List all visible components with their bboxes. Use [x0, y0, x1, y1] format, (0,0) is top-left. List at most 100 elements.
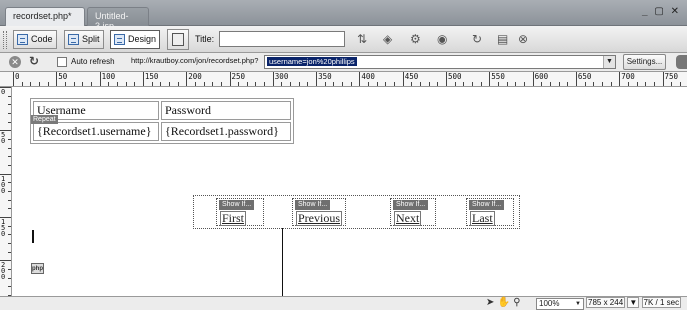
refresh-icon[interactable]: ↻	[29, 54, 39, 68]
ruler-tick	[90, 82, 92, 86]
ruler-tick	[359, 72, 361, 86]
ruler-label: 700	[621, 72, 635, 81]
ruler-tick	[82, 82, 84, 86]
ruler-label: 0	[15, 72, 20, 81]
ruler-tick	[264, 82, 266, 86]
close-icon[interactable]: ✕	[671, 6, 681, 17]
next-link[interactable]: Next	[394, 211, 422, 226]
browser-navigation-bar: ✕ ↻ Auto refresh http://krautboy.com/jon…	[0, 53, 687, 72]
php-code-icon[interactable]: php	[31, 263, 44, 274]
split-view-button[interactable]: Split	[64, 30, 104, 49]
preview-icon[interactable]: ◈	[383, 32, 392, 46]
window-controls[interactable]: _ ▢ ✕	[642, 6, 681, 17]
settings-button[interactable]: Settings...	[623, 54, 666, 70]
cell-username-binding[interactable]: {Recordset1.username}	[33, 122, 159, 141]
ruler-tick	[21, 82, 23, 86]
design-view-button[interactable]: Design	[110, 30, 161, 49]
restore-icon[interactable]: ▢	[654, 6, 665, 17]
show-if-tab[interactable]: Show If...	[469, 200, 505, 210]
view-options-icon[interactable]: ▤	[497, 32, 508, 46]
ruler-tick	[385, 82, 387, 86]
ruler-tick	[47, 82, 49, 86]
file-management-icon[interactable]: ⇅	[357, 32, 367, 46]
url-query-input[interactable]: username=jon%20phillips ▼	[264, 55, 616, 69]
ruler-label: 750	[664, 72, 679, 81]
ruler-tick	[203, 82, 205, 86]
validate-icon[interactable]: ⊗	[518, 32, 528, 46]
last-link[interactable]: Last	[470, 211, 495, 226]
tab-untitled-3-jsp[interactable]: Untitled-3.jsp	[87, 7, 149, 31]
first-link[interactable]: First	[220, 211, 247, 226]
ruler-tick	[324, 82, 326, 86]
ruler-label: 350	[318, 72, 332, 81]
zoom-tool-icon[interactable]: ⚲	[513, 297, 520, 308]
visual-aids-icon[interactable]: ◉	[437, 32, 447, 46]
recordset-table[interactable]: Username Password {Recordset1.username} …	[30, 98, 294, 144]
ruler-tick	[402, 72, 404, 86]
ruler-label: 500	[448, 72, 462, 81]
window-size-select[interactable]: 785 x 244	[586, 297, 626, 308]
url-query-selection: username=jon%20phillips	[267, 57, 357, 66]
show-if-tab[interactable]: Show If...	[295, 200, 331, 210]
title-label: Title:	[195, 34, 215, 44]
refresh-design-icon[interactable]: ↻	[472, 32, 482, 46]
ruler-tick	[567, 82, 569, 86]
ruler-tick	[593, 82, 595, 86]
ruler-tick	[125, 82, 127, 86]
show-if-first-region[interactable]: Show If... First	[216, 198, 264, 226]
previous-link[interactable]: Previous	[296, 211, 342, 226]
design-canvas[interactable]: Username Password {Recordset1.username} …	[13, 88, 687, 296]
ruler-tick	[350, 82, 352, 86]
ruler-tick	[463, 82, 465, 86]
show-if-tab[interactable]: Show If...	[219, 200, 255, 210]
show-if-next-region[interactable]: Show If... Next	[390, 198, 436, 226]
ruler-tick	[8, 164, 11, 166]
code-view-button[interactable]: Code	[13, 30, 57, 49]
table-row: {Recordset1.username} {Recordset1.passwo…	[33, 122, 291, 141]
ruler-tick	[13, 72, 14, 86]
hand-tool-icon[interactable]: ✋	[498, 297, 510, 308]
title-input[interactable]	[219, 31, 345, 47]
stop-icon[interactable]: ✕	[9, 56, 21, 68]
repeat-region-tab[interactable]: Repeat	[31, 115, 58, 124]
ruler-tick	[532, 72, 534, 86]
ruler-tick	[116, 82, 118, 86]
ruler-tick	[316, 72, 318, 86]
ruler-tick	[471, 82, 473, 86]
ruler-tick	[56, 72, 58, 86]
show-if-tab[interactable]: Show If...	[393, 200, 429, 210]
header-password[interactable]: Password	[161, 101, 291, 120]
pointer-tool-icon[interactable]: ➤	[486, 297, 494, 308]
window-size-chevron-icon[interactable]: ▼	[627, 297, 640, 308]
auto-refresh-checkbox[interactable]	[57, 57, 67, 67]
ruler-label: 300	[274, 72, 289, 81]
zoom-select[interactable]: 100% ▼	[536, 298, 584, 310]
url-dropdown-icon[interactable]: ▼	[603, 56, 615, 68]
ruler-tick	[246, 82, 248, 86]
ruler-label: 200	[188, 72, 202, 81]
toolbar-grip-icon[interactable]	[3, 31, 7, 49]
ruler-tick	[446, 72, 447, 86]
design-view-label: Design	[128, 34, 157, 44]
ruler-tick	[272, 72, 274, 86]
tab-recordset-php[interactable]: recordset.php*	[5, 7, 85, 26]
show-if-previous-region[interactable]: Show If... Previous	[292, 198, 346, 226]
ruler-tick	[679, 82, 681, 86]
code-view-label: Code	[31, 34, 53, 44]
debug-icon[interactable]: ⚙	[410, 32, 421, 46]
live-view-button[interactable]	[167, 29, 189, 50]
ruler-tick	[480, 82, 482, 86]
cell-password-binding[interactable]: {Recordset1.password}	[161, 122, 291, 141]
extend-icon[interactable]	[676, 55, 687, 69]
ruler-tick	[394, 82, 396, 86]
ruler-tick	[8, 121, 11, 123]
ruler-tick	[575, 72, 577, 86]
minimize-icon[interactable]: _	[642, 6, 650, 17]
document-toolbar: Code Split Design Title: ⇅ ◈ ⚙ ◉ ↻ ▤ ⊗	[0, 26, 687, 53]
ruler-tick	[8, 190, 11, 192]
ruler-tick	[64, 82, 66, 86]
show-if-last-region[interactable]: Show If... Last	[466, 198, 514, 226]
ruler-tick	[212, 82, 214, 86]
ruler-tick	[186, 72, 188, 86]
ruler-tick	[8, 242, 11, 244]
